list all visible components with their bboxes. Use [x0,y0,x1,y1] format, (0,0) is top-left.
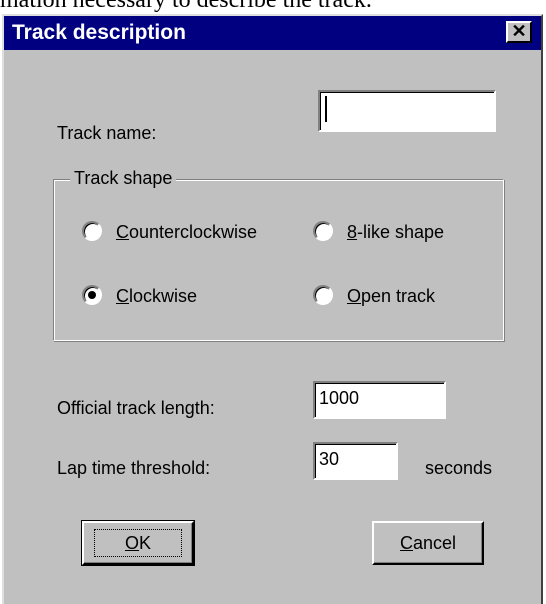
counterclockwise-label[interactable]: Counterclockwise [116,221,257,243]
close-button[interactable]: ✕ [506,21,532,43]
track-name-label: Track name: [57,123,157,143]
close-icon: ✕ [511,21,527,41]
background-caption-text: mation necessary to describe the track. [0,0,372,13]
radio-open-track[interactable] [313,285,333,305]
focus-rectangle [94,529,182,557]
clockwise-label[interactable]: Clockwise [116,285,197,307]
title-bar[interactable]: Track description ✕ [4,16,541,50]
track-shape-group [53,179,504,341]
track-name-input[interactable] [318,90,496,132]
official-track-length-label: Official track length: [57,398,215,418]
ok-button[interactable]: OK [81,520,195,566]
dialog-title: Track description [12,21,186,44]
track-description-dialog: Track description ✕ Track name: Track sh… [2,14,543,604]
8-like-shape-label[interactable]: 8-like shape [347,221,444,243]
lap-time-threshold-input[interactable]: 30 [313,442,398,480]
radio-ring [313,221,333,241]
radio-selected-dot [88,291,96,299]
radio-8-like-shape[interactable] [313,221,333,241]
open-track-label[interactable]: Open track [347,285,435,307]
lap-time-threshold-label: Lap time threshold: [57,458,211,478]
official-track-length-input[interactable]: 1000 [313,381,446,419]
radio-ring [313,285,333,305]
radio-counterclockwise[interactable] [82,221,102,241]
track-shape-legend: Track shape [70,167,177,189]
radio-clockwise[interactable] [82,285,102,305]
text-caret [325,96,327,122]
seconds-unit-label: seconds [425,458,493,478]
cancel-button[interactable]: Cancel [372,521,484,565]
radio-ring [82,221,102,241]
